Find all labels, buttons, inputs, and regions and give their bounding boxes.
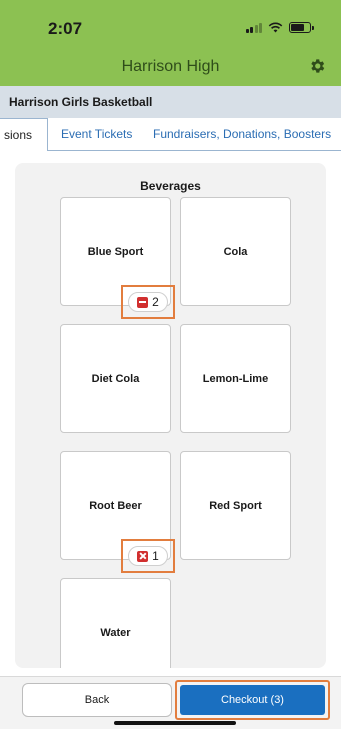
team-title: Harrison Girls Basketball bbox=[9, 95, 153, 109]
category-tabs: sions Event Tickets Fundraisers, Donatio… bbox=[0, 118, 341, 152]
tab-fundraisers[interactable]: Fundraisers, Donations, Boosters bbox=[153, 118, 331, 151]
quantity-pill: 1 bbox=[128, 546, 168, 566]
app-screen: 2:07 Harrison High Harrison Girls Basket… bbox=[0, 0, 341, 729]
product-label: Water bbox=[100, 626, 131, 639]
tab-event-tickets[interactable]: Event Tickets bbox=[61, 118, 132, 151]
product-label: Lemon-Lime bbox=[202, 372, 269, 385]
product-label: Cola bbox=[223, 245, 248, 258]
beverages-panel: Beverages Blue Sport Cola Diet Cola Lemo… bbox=[15, 163, 326, 668]
product-label: Root Beer bbox=[89, 499, 142, 512]
wifi-icon bbox=[268, 22, 283, 33]
settings-gear-icon[interactable] bbox=[308, 57, 326, 75]
quantity-count: 2 bbox=[152, 295, 159, 309]
product-tile-cola[interactable]: Cola bbox=[180, 197, 291, 306]
home-indicator bbox=[114, 721, 236, 725]
product-tile-lemon-lime[interactable]: Lemon-Lime bbox=[180, 324, 291, 433]
quantity-count: 1 bbox=[152, 549, 159, 563]
status-icons bbox=[245, 22, 314, 33]
product-tile-water[interactable]: Water bbox=[60, 578, 171, 668]
back-button[interactable]: Back bbox=[22, 683, 172, 717]
school-name: Harrison High bbox=[121, 58, 220, 75]
main-content: Beverages Blue Sport Cola Diet Cola Lemo… bbox=[0, 151, 341, 676]
quantity-badge-blue-sport[interactable]: 2 bbox=[121, 285, 175, 319]
product-tile-red-sport[interactable]: Red Sport bbox=[180, 451, 291, 560]
remove-icon[interactable] bbox=[137, 550, 149, 562]
tab-concessions-label: sions bbox=[0, 118, 48, 152]
battery-icon bbox=[289, 22, 314, 33]
minus-icon[interactable] bbox=[137, 296, 149, 308]
quantity-badge-root-beer[interactable]: 1 bbox=[121, 539, 175, 573]
quantity-pill: 2 bbox=[128, 292, 168, 312]
team-bar: Harrison Girls Basketball bbox=[0, 86, 341, 118]
signal-icon bbox=[245, 22, 262, 33]
product-label: Red Sport bbox=[209, 499, 262, 512]
status-time: 2:07 bbox=[48, 19, 83, 38]
section-title: Beverages bbox=[140, 179, 201, 193]
product-label: Diet Cola bbox=[91, 372, 140, 385]
product-tile-diet-cola[interactable]: Diet Cola bbox=[60, 324, 171, 433]
tab-concessions[interactable]: sions bbox=[0, 118, 48, 152]
checkout-button[interactable]: Checkout (3) bbox=[180, 685, 325, 715]
product-label: Blue Sport bbox=[87, 245, 144, 258]
app-header: 2:07 Harrison High bbox=[0, 0, 341, 86]
checkout-highlight: Checkout (3) bbox=[175, 680, 330, 720]
bottom-action-bar: Back Checkout (3) bbox=[0, 676, 341, 729]
